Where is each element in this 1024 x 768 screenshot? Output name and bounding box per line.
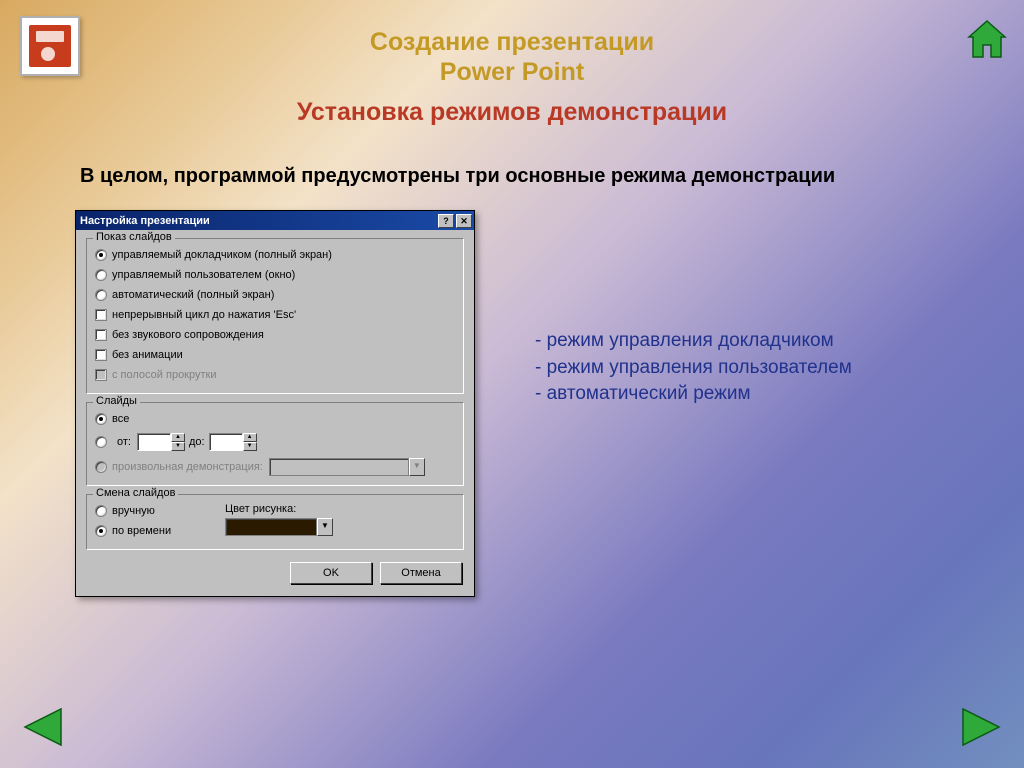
- label-pen-color: Цвет рисунка:: [225, 503, 333, 515]
- checkbox-icon: [95, 329, 107, 341]
- radio-icon: [95, 413, 107, 425]
- checkbox-label: с полосой прокрутки: [112, 369, 216, 381]
- spin-up-icon[interactable]: ▲: [243, 433, 257, 442]
- radio-icon: [95, 289, 107, 301]
- spin-field[interactable]: [209, 433, 243, 451]
- title-line-1: Создание презентации: [0, 28, 1024, 57]
- radio-auto[interactable]: автоматический (полный экран): [95, 285, 455, 305]
- radio-manual[interactable]: вручную: [95, 501, 225, 521]
- setup-presentation-dialog: Настройка презентации ? ✕ Показ слайдов …: [75, 210, 475, 597]
- nav-next-button[interactable]: [956, 704, 1006, 750]
- check-loop-esc[interactable]: непрерывный цикл до нажатия 'Esc': [95, 305, 455, 325]
- checkbox-label: без анимации: [112, 349, 183, 361]
- combo-pen-color[interactable]: ▼: [225, 518, 333, 536]
- dialog-titlebar[interactable]: Настройка презентации ? ✕: [76, 211, 474, 230]
- bullet-1: - режим управления докладчиком: [535, 328, 852, 355]
- spin-down-icon[interactable]: ▼: [171, 442, 185, 451]
- radio-presenter[interactable]: управляемый докладчиком (полный экран): [95, 245, 455, 265]
- radio-user[interactable]: управляемый пользователем (окно): [95, 265, 455, 285]
- legend-show: Показ слайдов: [93, 231, 175, 243]
- subtitle: Установка режимов демонстрации: [0, 98, 1024, 127]
- radio-icon: [95, 249, 107, 261]
- dialog-title: Настройка презентации: [80, 215, 436, 227]
- spin-from[interactable]: ▲▼: [137, 433, 185, 451]
- triangle-left-icon: [21, 707, 65, 747]
- check-scrollbar: с полосой прокрутки: [95, 365, 455, 385]
- triangle-right-icon: [959, 707, 1003, 747]
- checkbox-label: непрерывный цикл до нажатия 'Esc': [112, 309, 296, 321]
- radio-icon: [95, 461, 107, 473]
- chevron-down-icon: ▼: [409, 458, 425, 476]
- label-to: до:: [189, 436, 205, 448]
- group-show-slides: Показ слайдов управляемый докладчиком (п…: [86, 238, 464, 394]
- combo-field: [269, 458, 409, 476]
- title-line-2: Power Point: [0, 58, 1024, 87]
- bullet-2: - режим управления пользователем: [535, 355, 852, 382]
- spin-up-icon[interactable]: ▲: [171, 433, 185, 442]
- radio-by-time[interactable]: по времени: [95, 521, 225, 541]
- radio-label: произвольная демонстрация:: [112, 461, 263, 473]
- radio-icon: [95, 525, 107, 537]
- check-no-anim[interactable]: без анимации: [95, 345, 455, 365]
- check-no-sound[interactable]: без звукового сопровождения: [95, 325, 455, 345]
- chevron-down-icon[interactable]: ▼: [317, 518, 333, 536]
- radio-label: автоматический (полный экран): [112, 289, 274, 301]
- radio-icon: [95, 505, 107, 517]
- radio-from-to[interactable]: [95, 436, 107, 448]
- help-button[interactable]: ?: [438, 214, 454, 228]
- dialog-body: Показ слайдов управляемый докладчиком (п…: [76, 230, 474, 596]
- legend-slides: Слайды: [93, 395, 140, 407]
- combo-custom-show: ▼: [269, 458, 425, 476]
- legend-change: Смена слайдов: [93, 487, 178, 499]
- intro-text: В целом, программой предусмотрены три ос…: [80, 165, 835, 188]
- radio-label: управляемый докладчиком (полный экран): [112, 249, 332, 261]
- nav-prev-button[interactable]: [18, 704, 68, 750]
- ok-button[interactable]: OK: [290, 562, 372, 584]
- cancel-button[interactable]: Отмена: [380, 562, 462, 584]
- dialog-button-row: OK Отмена: [86, 558, 464, 586]
- radio-icon: [95, 269, 107, 281]
- spin-field[interactable]: [137, 433, 171, 451]
- color-swatch: [225, 518, 317, 536]
- label-from: от:: [117, 436, 131, 448]
- radio-label: управляемый пользователем (окно): [112, 269, 295, 281]
- radio-all-slides[interactable]: все: [95, 409, 455, 429]
- spin-to[interactable]: ▲▼: [209, 433, 257, 451]
- close-button[interactable]: ✕: [456, 214, 472, 228]
- checkbox-label: без звукового сопровождения: [112, 329, 264, 341]
- mode-bullets: - режим управления докладчиком - режим у…: [535, 328, 852, 408]
- radio-label: все: [112, 413, 129, 425]
- checkbox-icon: [95, 369, 107, 381]
- checkbox-icon: [95, 309, 107, 321]
- bullet-3: - автоматический режим: [535, 381, 852, 408]
- checkbox-icon: [95, 349, 107, 361]
- radio-custom-show: произвольная демонстрация: ▼: [95, 457, 455, 477]
- radio-label: вручную: [112, 505, 155, 517]
- group-slides-range: Слайды все от: ▲▼ до: ▲▼ про: [86, 402, 464, 486]
- radio-label: по времени: [112, 525, 171, 537]
- group-slide-change: Смена слайдов вручную по времени Цвет ри…: [86, 494, 464, 550]
- spin-down-icon[interactable]: ▼: [243, 442, 257, 451]
